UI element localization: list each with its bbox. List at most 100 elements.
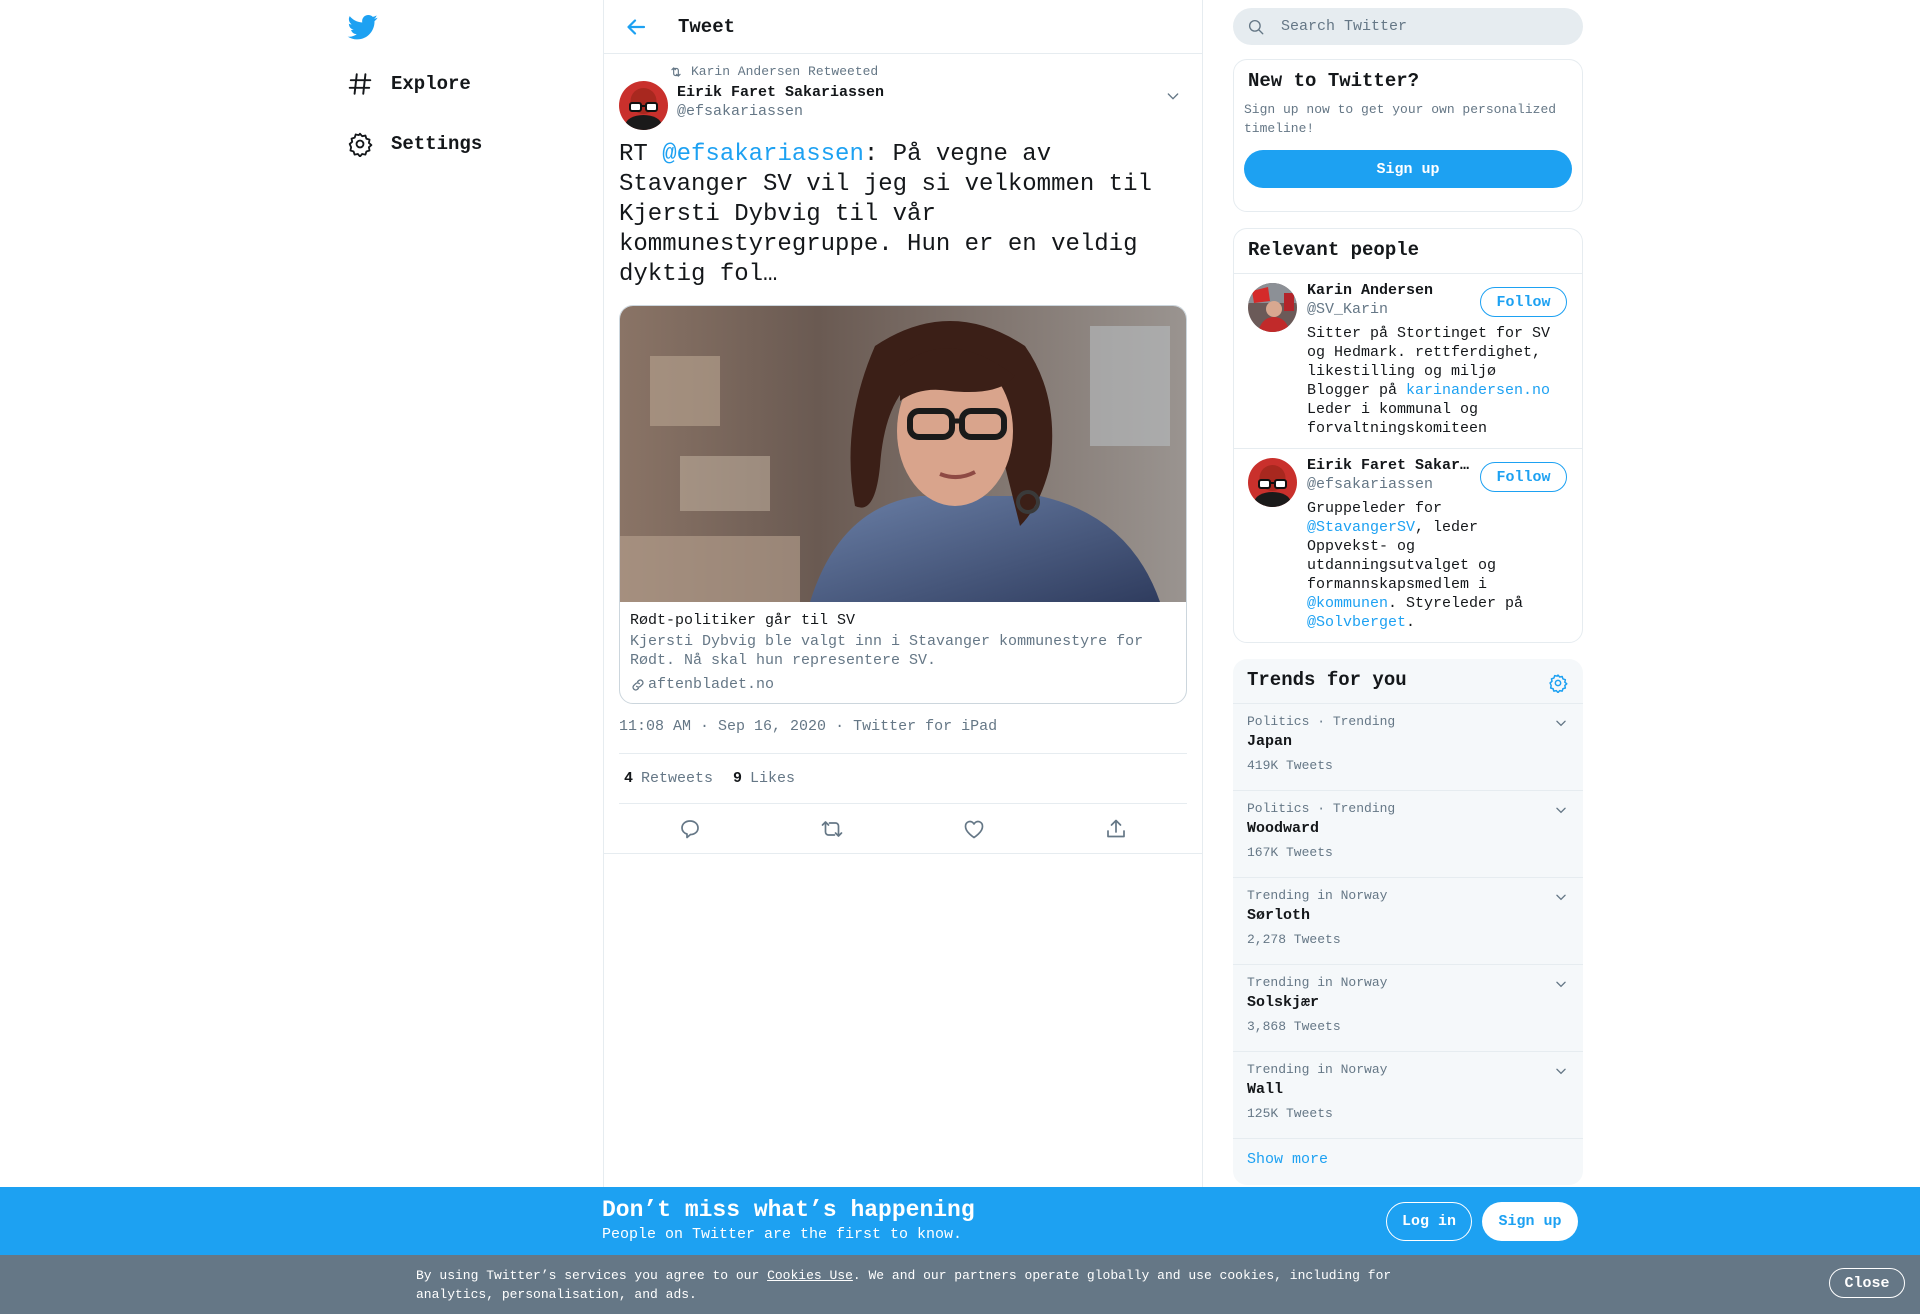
tweet-source: Twitter for iPad	[853, 718, 998, 735]
main-column: Tweet Karin Andersen Retweeted Eirik Far…	[603, 0, 1203, 1187]
retweeted-by-text: Karin Andersen Retweeted	[691, 64, 879, 79]
tweet-detail: Karin Andersen Retweeted Eirik Faret Sak…	[604, 54, 1202, 854]
chevron-down-icon[interactable]	[1554, 716, 1568, 730]
person-bio: Sitter på Stortinget for SV og Hedmark. …	[1307, 324, 1568, 438]
bottom-bar-title: Don’t miss what’s happening	[602, 1197, 975, 1223]
bio-text: . Styreleder på	[1388, 595, 1524, 612]
trend-meta: Trending in Norway	[1247, 975, 1388, 990]
new-to-twitter-panel: New to Twitter? Sign up now to get your …	[1233, 59, 1583, 212]
trend-meta: Trending in Norway	[1247, 888, 1388, 903]
right-sidebar: New to Twitter? Sign up now to get your …	[1233, 0, 1583, 1185]
retweet-action-icon[interactable]	[820, 817, 844, 841]
search-icon	[1248, 19, 1264, 34]
search-box[interactable]	[1233, 8, 1583, 45]
signup-button-sidebar[interactable]: Sign up	[1244, 150, 1572, 188]
trend-item[interactable]: Trending in Norway Solskjær 3,868 Tweets	[1233, 965, 1583, 1052]
cookie-banner: By using Twitter’s services you agree to…	[0, 1255, 1920, 1314]
trend-name: Woodward	[1247, 820, 1320, 837]
retweets-label: Retweets	[641, 770, 714, 787]
likes-stat[interactable]: 9 Likes	[728, 770, 795, 787]
twitter-bird-icon[interactable]	[347, 12, 379, 42]
signup-button[interactable]: Sign up	[1482, 1202, 1578, 1241]
card-domain-text: aftenbladet.no	[648, 676, 775, 693]
trends-panel: Trends for you Politics · Trending Japan…	[1233, 659, 1583, 1185]
trend-meta: Politics · Trending	[1247, 801, 1396, 816]
card-description: Kjersti Dybvig ble valgt inn i Stavanger…	[630, 633, 1144, 669]
trend-count: 419K Tweets	[1247, 758, 1333, 773]
chevron-down-icon[interactable]	[1554, 1064, 1568, 1078]
tweet-meta: 11:08 AM · Sep 16, 2020 · Twitter for iP…	[619, 718, 1187, 754]
back-arrow-icon[interactable]	[624, 15, 648, 39]
author-handle[interactable]: @efsakariassen	[677, 103, 884, 120]
person-name: Eirik Faret Sakariassen	[1307, 457, 1472, 474]
likes-count: 9	[733, 770, 743, 787]
likes-label: Likes	[750, 770, 796, 787]
follow-button[interactable]: Follow	[1480, 462, 1567, 492]
bio-text: .	[1406, 614, 1416, 631]
main-header: Tweet	[604, 0, 1202, 54]
search-input[interactable]	[1279, 17, 1559, 36]
card-image	[620, 306, 1186, 602]
tweet-timestamp[interactable]: 11:08 AM · Sep 16, 2020	[619, 718, 826, 735]
retweets-count: 4	[624, 770, 634, 787]
bio-link[interactable]: @StavangerSV	[1307, 519, 1415, 536]
reply-icon[interactable]	[678, 817, 702, 841]
trend-count: 2,278 Tweets	[1247, 932, 1341, 947]
new-to-twitter-title: New to Twitter?	[1248, 70, 1420, 92]
tweet-mention-link[interactable]: @efsakariassen	[662, 141, 864, 168]
cookies-use-link[interactable]: Cookies Use	[767, 1268, 853, 1283]
like-heart-icon[interactable]	[962, 817, 986, 841]
link-icon	[632, 678, 644, 691]
trend-name: Sørloth	[1247, 907, 1311, 924]
retweets-stat[interactable]: 4 Retweets	[619, 770, 713, 787]
tweet-text: RT @efsakariassen: På vegne av Stavanger…	[619, 140, 1187, 290]
retweet-icon	[671, 66, 681, 77]
chevron-down-icon[interactable]	[1165, 88, 1181, 104]
bottom-bar-subtitle: People on Twitter are the first to know.	[602, 1226, 963, 1243]
retweet-indicator: Karin Andersen Retweeted	[619, 54, 1187, 80]
meta-separator: ·	[835, 718, 845, 735]
trend-name: Wall	[1247, 1081, 1284, 1098]
avatar[interactable]	[1248, 283, 1297, 332]
person-bio: Gruppeleder for @StavangerSV, leder Oppv…	[1307, 499, 1568, 632]
card-title: Rødt-politiker går til SV	[630, 612, 856, 629]
author-name[interactable]: Eirik Faret Sakariassen	[677, 84, 884, 101]
login-button[interactable]: Log in	[1386, 1202, 1472, 1241]
trend-name: Japan	[1247, 733, 1293, 750]
chevron-down-icon[interactable]	[1554, 977, 1568, 991]
person-card[interactable]: Karin Andersen @SV_Karin Follow Sitter p…	[1234, 274, 1582, 449]
tweet-text-prefix: RT	[619, 141, 663, 168]
trends-title: Trends for you	[1247, 669, 1407, 691]
link-card[interactable]: Rødt-politiker går til SV Kjersti Dybvig…	[619, 305, 1187, 704]
follow-button[interactable]: Follow	[1480, 287, 1567, 317]
gear-icon[interactable]	[1548, 673, 1568, 693]
chevron-down-icon[interactable]	[1554, 890, 1568, 904]
trend-item[interactable]: Trending in Norway Wall 125K Tweets	[1233, 1052, 1583, 1139]
bio-link[interactable]: karinandersen.no	[1406, 382, 1550, 399]
author-row: Eirik Faret Sakariassen @efsakariassen	[619, 80, 1187, 138]
trend-meta: Politics · Trending	[1247, 714, 1396, 729]
cookie-text: By using Twitter’s services you agree to…	[416, 1266, 1416, 1304]
left-nav: Explore Settings	[0, 0, 603, 1187]
chevron-down-icon[interactable]	[1554, 803, 1568, 817]
card-body: Rødt-politiker går til SV Kjersti Dybvig…	[620, 602, 1186, 703]
avatar[interactable]	[1248, 458, 1297, 507]
close-button[interactable]: Close	[1829, 1268, 1905, 1298]
bio-link[interactable]: @kommunen	[1307, 595, 1388, 612]
trend-item[interactable]: Politics · Trending Japan 419K Tweets	[1233, 704, 1583, 791]
avatar[interactable]	[619, 81, 668, 130]
tweet-stats: 4 Retweets 9 Likes	[619, 754, 1187, 804]
person-name: Karin Andersen	[1307, 282, 1434, 299]
nav-label-explore: Explore	[391, 73, 471, 95]
person-card[interactable]: Eirik Faret Sakariassen @efsakariassen F…	[1234, 449, 1582, 642]
nav-item-explore[interactable]: Explore	[347, 71, 471, 97]
cookie-text-a: By using Twitter’s services you agree to…	[416, 1268, 768, 1283]
bio-link[interactable]: @Solvberget	[1307, 614, 1406, 631]
trend-item[interactable]: Trending in Norway Sørloth 2,278 Tweets	[1233, 878, 1583, 965]
relevant-people-title: Relevant people	[1234, 229, 1582, 274]
trend-item[interactable]: Politics · Trending Woodward 167K Tweets	[1233, 791, 1583, 878]
nav-item-settings[interactable]: Settings	[347, 131, 482, 157]
trends-header: Trends for you	[1233, 659, 1583, 704]
show-more-link[interactable]: Show more	[1233, 1139, 1583, 1185]
share-icon[interactable]	[1104, 817, 1128, 841]
